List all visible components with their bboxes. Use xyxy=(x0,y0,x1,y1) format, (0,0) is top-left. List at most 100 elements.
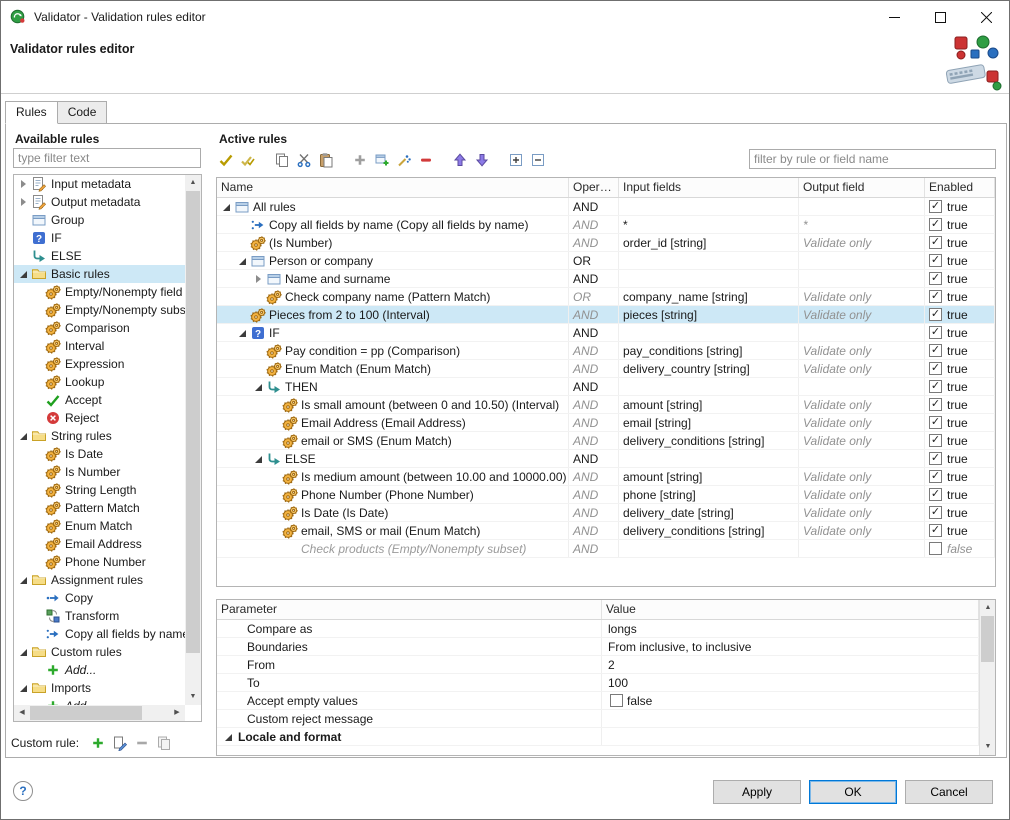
enabled-checkbox[interactable]: ✓ xyxy=(929,416,942,429)
tree-item-accept[interactable]: Accept xyxy=(14,391,185,409)
rule-row-enum-match-enum-match[interactable]: Enum Match (Enum Match)ANDdelivery_count… xyxy=(217,360,995,378)
tree-item-custom-rules[interactable]: Custom rules xyxy=(14,643,185,661)
tree-item-lookup[interactable]: Lookup xyxy=(14,373,185,391)
enabled-checkbox[interactable]: ✓ xyxy=(929,218,942,231)
scroll-thumb[interactable] xyxy=(981,616,994,662)
collapse-arrow-icon[interactable] xyxy=(223,731,236,743)
enabled-checkbox[interactable]: ✓ xyxy=(929,452,942,465)
tree-item-if[interactable]: ?IF xyxy=(14,229,185,247)
tree-item-is-number[interactable]: Is Number xyxy=(14,463,185,481)
collapse-arrow-icon[interactable] xyxy=(18,646,31,658)
tree-item-is-date[interactable]: Is Date xyxy=(14,445,185,463)
column-header-output-field[interactable]: Output field xyxy=(799,178,925,197)
enabled-checkbox[interactable]: ✓ xyxy=(929,434,942,447)
remove-custom-rule-icon[interactable] xyxy=(131,733,153,753)
tree-item-basic-rules[interactable]: Basic rules xyxy=(14,265,185,283)
rule-row-email-sms-or-mail-enum-match[interactable]: email, SMS or mail (Enum Match)ANDdelive… xyxy=(217,522,995,540)
move-down-icon[interactable] xyxy=(471,150,493,170)
scroll-up-icon[interactable]: ▲ xyxy=(980,600,996,616)
expand-all-icon[interactable] xyxy=(505,150,527,170)
enabled-checkbox[interactable]: ✓ xyxy=(929,326,942,339)
rule-row-is-date-is-date[interactable]: Is Date (Is Date)ANDdelivery_date [strin… xyxy=(217,504,995,522)
collapse-arrow-icon[interactable] xyxy=(18,574,31,586)
close-button[interactable] xyxy=(963,1,1009,33)
rule-row-all-rules[interactable]: All rulesAND✓true xyxy=(217,198,995,216)
tree-item-comparison[interactable]: Comparison xyxy=(14,319,185,337)
collapse-arrow-icon[interactable] xyxy=(18,268,31,280)
tab-code[interactable]: Code xyxy=(57,101,108,124)
rule-row-then[interactable]: THENAND✓true xyxy=(217,378,995,396)
column-header-operator[interactable]: Operator xyxy=(569,178,619,197)
rule-row-person-or-company[interactable]: Person or companyOR✓true xyxy=(217,252,995,270)
enabled-checkbox[interactable] xyxy=(929,542,942,555)
tree-item-enum-match[interactable]: Enum Match xyxy=(14,517,185,535)
tree-item-else[interactable]: ELSE xyxy=(14,247,185,265)
minimize-button[interactable] xyxy=(871,1,917,33)
collapse-arrow-icon[interactable] xyxy=(253,381,266,393)
param-row-boundaries[interactable]: BoundariesFrom inclusive, to inclusive xyxy=(217,638,979,656)
scroll-right-icon[interactable]: ▶ xyxy=(169,705,185,721)
collapse-all-icon[interactable] xyxy=(527,150,549,170)
rule-row-check-products-empty-nonempty-subset[interactable]: Check products (Empty/Nonempty subset)AN… xyxy=(217,540,995,558)
collapse-arrow-icon[interactable] xyxy=(221,201,234,213)
tree-vertical-scrollbar[interactable]: ▲ ▼ xyxy=(185,175,201,705)
collapse-arrow-icon[interactable] xyxy=(237,327,250,339)
enabled-checkbox[interactable]: ✓ xyxy=(929,362,942,375)
scroll-left-icon[interactable]: ◀ xyxy=(14,705,30,721)
enabled-checkbox[interactable]: ✓ xyxy=(929,254,942,267)
enabled-checkbox[interactable]: ✓ xyxy=(929,308,942,321)
param-row-to[interactable]: To100 xyxy=(217,674,979,692)
copy-icon[interactable] xyxy=(271,150,293,170)
tree-item-empty-nonempty-field[interactable]: Empty/Nonempty field xyxy=(14,283,185,301)
tree-item-phone-number[interactable]: Phone Number xyxy=(14,553,185,571)
move-up-icon[interactable] xyxy=(449,150,471,170)
remove-rule-icon[interactable] xyxy=(415,150,437,170)
rule-row-name-and-surname[interactable]: Name and surnameAND✓true xyxy=(217,270,995,288)
enabled-checkbox[interactable]: ✓ xyxy=(929,344,942,357)
rule-row-else[interactable]: ELSEAND✓true xyxy=(217,450,995,468)
rule-row-is-medium-amount-between-10-00-and-10000-0[interactable]: Is medium amount (between 10.00 and 1000… xyxy=(217,468,995,486)
enabled-checkbox[interactable]: ✓ xyxy=(929,470,942,483)
rule-row-is-number[interactable]: (Is Number)ANDorder_id [string]Validate … xyxy=(217,234,995,252)
rule-row-phone-number-phone-number[interactable]: Phone Number (Phone Number)ANDphone [str… xyxy=(217,486,995,504)
enabled-checkbox[interactable]: ✓ xyxy=(929,524,942,537)
column-header-input-fields[interactable]: Input fields xyxy=(619,178,799,197)
rule-row-check-company-name-pattern-match[interactable]: Check company name (Pattern Match)ORcomp… xyxy=(217,288,995,306)
cancel-button[interactable]: Cancel xyxy=(905,780,993,804)
scroll-thumb[interactable] xyxy=(30,706,142,720)
rule-row-is-small-amount-between-0-and-10-50-interv[interactable]: Is small amount (between 0 and 10.50) (I… xyxy=(217,396,995,414)
active-rules-filter-input[interactable] xyxy=(749,149,996,169)
rule-row-copy-all-fields-by-name-copy-all-fields-by[interactable]: Copy all fields by name (Copy all fields… xyxy=(217,216,995,234)
enabled-checkbox[interactable]: ✓ xyxy=(929,290,942,303)
tree-item-group[interactable]: Group xyxy=(14,211,185,229)
add-rule-icon[interactable] xyxy=(349,150,371,170)
scroll-down-icon[interactable]: ▼ xyxy=(185,689,201,705)
rule-row-pay-condition-pp-comparison[interactable]: Pay condition = pp (Comparison)ANDpay_co… xyxy=(217,342,995,360)
expand-arrow-icon[interactable] xyxy=(18,196,31,208)
validate-all-icon[interactable] xyxy=(237,150,259,170)
column-header-parameter[interactable]: Parameter xyxy=(217,600,602,619)
cut-icon[interactable] xyxy=(293,150,315,170)
scroll-down-icon[interactable]: ▼ xyxy=(980,739,996,755)
enabled-checkbox[interactable]: ✓ xyxy=(929,398,942,411)
tree-item-reject[interactable]: Reject xyxy=(14,409,185,427)
tree-item-string-length[interactable]: String Length xyxy=(14,481,185,499)
tree-item-empty-nonempty-subset[interactable]: Empty/Nonempty subset xyxy=(14,301,185,319)
rule-row-email-or-sms-enum-match[interactable]: email or SMS (Enum Match)ANDdelivery_con… xyxy=(217,432,995,450)
enabled-checkbox[interactable]: ✓ xyxy=(929,200,942,213)
param-row-from[interactable]: From2 xyxy=(217,656,979,674)
tree-item-string-rules[interactable]: String rules xyxy=(14,427,185,445)
enabled-checkbox[interactable]: ✓ xyxy=(929,380,942,393)
tree-item-pattern-match[interactable]: Pattern Match xyxy=(14,499,185,517)
tree-item-assignment-rules[interactable]: Assignment rules xyxy=(14,571,185,589)
tree-item-add[interactable]: Add... xyxy=(14,697,185,705)
collapse-arrow-icon[interactable] xyxy=(237,255,250,267)
tree-item-email-address[interactable]: Email Address xyxy=(14,535,185,553)
tree-item-imports[interactable]: Imports xyxy=(14,679,185,697)
scroll-thumb[interactable] xyxy=(186,191,200,653)
tree-item-add[interactable]: Add... xyxy=(14,661,185,679)
add-custom-rule-icon[interactable] xyxy=(87,733,109,753)
help-button[interactable]: ? xyxy=(13,781,33,801)
column-header-value[interactable]: Value xyxy=(602,600,979,619)
validate-selected-icon[interactable] xyxy=(215,150,237,170)
